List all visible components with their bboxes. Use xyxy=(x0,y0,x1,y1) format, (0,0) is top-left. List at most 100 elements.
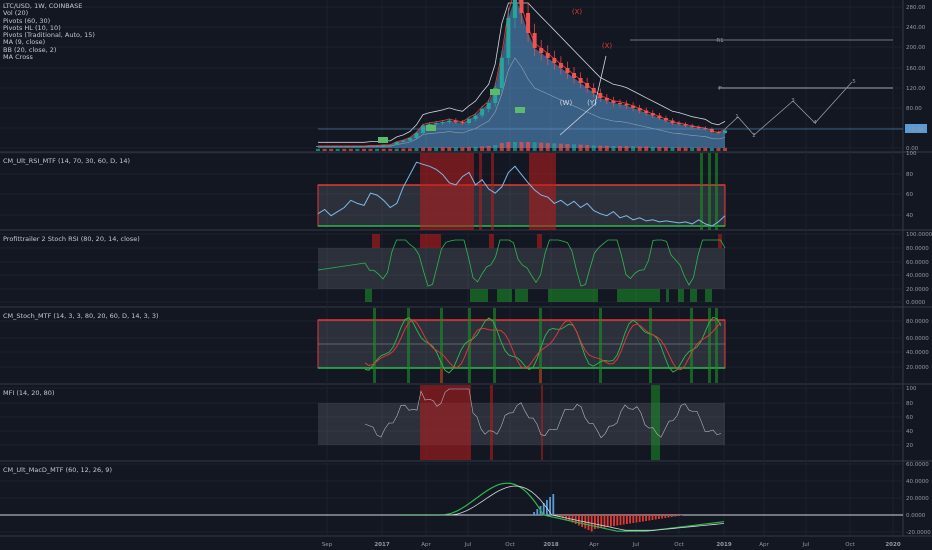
candle-body xyxy=(506,18,511,58)
volume-bar xyxy=(499,143,504,151)
volume-bar xyxy=(558,143,563,151)
candle-body xyxy=(526,13,531,33)
macd-histogram-bar xyxy=(667,515,670,518)
time-axis-label: Jul xyxy=(802,542,810,548)
axis-tick-label: 40.0000 xyxy=(906,273,929,279)
volume-bar xyxy=(716,148,721,151)
price-tick-label: 280.00 xyxy=(906,5,926,11)
time-axis-label: Oct xyxy=(505,542,515,548)
volume-bar xyxy=(342,148,347,151)
axis-tick-label: 60.0000 xyxy=(906,260,929,266)
axis-tick-label: 100 xyxy=(906,151,917,157)
time-axis-label: Jul xyxy=(632,542,640,548)
rsi-panel-title[interactable]: CM_Ult_RSI_MTF (14, 70, 30, 60, D, 14) xyxy=(3,157,130,165)
candle-body xyxy=(388,145,393,146)
stoch-rsi-overbought-zone xyxy=(489,234,494,248)
candle-body xyxy=(644,110,649,113)
volume-bar xyxy=(709,147,714,151)
candle-body xyxy=(545,53,550,58)
stoch-rsi-oversold-zone xyxy=(690,289,697,302)
macd-histogram-bar xyxy=(610,515,612,527)
price-tick-label: 240.00 xyxy=(906,25,926,31)
macd-histogram-bar xyxy=(680,515,683,516)
candle-body xyxy=(565,68,570,73)
volume-bar xyxy=(512,142,517,151)
time-axis-label: Apr xyxy=(759,542,769,548)
indicator-label[interactable]: MA Cross xyxy=(3,53,95,61)
axis-tick-label: 60 xyxy=(906,415,913,421)
macd-histogram-bar xyxy=(616,515,619,526)
volume-bar xyxy=(572,144,577,151)
axis-tick-label: 80 xyxy=(906,172,913,178)
volume-bar xyxy=(375,148,380,151)
rsi-oversold-zone xyxy=(708,153,711,230)
stoch-rsi-overbought-zone xyxy=(420,234,441,248)
stoch-cross-zone-green xyxy=(599,308,602,383)
macd-histogram-bar xyxy=(533,512,535,515)
axis-tick-label: 40.0000 xyxy=(906,479,929,485)
volume-bar xyxy=(460,147,465,151)
macd-histogram-bar xyxy=(654,515,657,520)
candle-body xyxy=(677,123,682,124)
candle-body xyxy=(486,103,491,109)
axis-tick-label: 20.0000 xyxy=(906,287,929,293)
candle-body xyxy=(407,138,412,141)
stoch-rsi-oversold-zone xyxy=(365,289,372,302)
volume-bar xyxy=(585,145,590,151)
candle-body xyxy=(617,103,622,104)
stoch-rsi-oversold-zone xyxy=(617,289,660,302)
macd-line xyxy=(400,482,724,532)
candle-body xyxy=(473,115,478,119)
macd-signal-line xyxy=(400,485,724,531)
volume-bar xyxy=(545,143,550,151)
volume-bar xyxy=(690,147,695,151)
volume-bar xyxy=(663,147,668,151)
volume-bar xyxy=(329,148,334,151)
stoch-rsi-overbought-zone xyxy=(372,234,380,248)
volume-bar xyxy=(480,146,485,151)
volume-bar xyxy=(401,148,406,151)
candle-body xyxy=(657,115,662,118)
axis-tick-label: 100 xyxy=(906,386,917,392)
macd-histogram-bar xyxy=(613,515,615,526)
time-axis-label: Oct xyxy=(845,542,855,548)
macd-histogram-bar xyxy=(536,509,539,515)
volume-bar xyxy=(611,146,616,151)
volume-bar xyxy=(394,148,399,151)
volume-bar xyxy=(526,142,531,151)
last-price-label: 35.06 xyxy=(908,127,924,133)
candle-body xyxy=(690,125,695,127)
volume-bar xyxy=(598,145,603,151)
axis-tick-label: 80.0000 xyxy=(906,246,929,252)
candle-body xyxy=(453,120,458,122)
candle-body xyxy=(466,119,471,123)
candle-body xyxy=(598,93,603,98)
time-axis-label: Sep xyxy=(322,542,333,548)
volume-bar xyxy=(637,146,642,151)
macd-histogram-bar xyxy=(600,515,603,528)
candle-body xyxy=(512,0,517,18)
candle-body xyxy=(631,105,636,108)
time-axis-label: 2017 xyxy=(374,542,389,548)
candle-body xyxy=(723,130,727,133)
volume-bar xyxy=(624,146,629,151)
mfi-panel-title[interactable]: MFI (14, 20, 80) xyxy=(3,389,54,397)
stoch-panel-title[interactable]: CM_Stoch_MTF (14, 3, 3, 80, 20, 60, D, 1… xyxy=(3,312,159,320)
volume-bar xyxy=(427,147,432,151)
stoch-rsi-oversold-zone xyxy=(470,289,488,302)
wave-annotation: R1 xyxy=(716,38,723,44)
pivot-marker xyxy=(426,125,436,131)
mfi-overbought-zone xyxy=(541,385,543,460)
chart-legend: LTC/USD, 1W, COINBASE Vol (20) Pivots (6… xyxy=(3,2,95,61)
macd-histogram-bar xyxy=(638,515,641,522)
volume-bar xyxy=(421,147,426,151)
volume-bar xyxy=(591,145,596,151)
chart-canvas[interactable]: 280.00240.00200.00160.00120.0080.0040.00… xyxy=(0,0,932,550)
stoch-rsi-panel-title[interactable]: Profittrailer 2 Stoch RSI (80, 20, 14, c… xyxy=(3,235,140,243)
macd-panel-title[interactable]: CM_Ult_MacD_MTF (60, 12, 26, 9) xyxy=(3,466,112,474)
mfi-overbought-zone xyxy=(490,385,493,460)
stoch-rsi-oversold-zone xyxy=(515,289,528,302)
axis-tick-label: 40 xyxy=(906,429,913,435)
axis-tick-label: 100.0000 xyxy=(906,232,932,238)
stoch-rsi-oversold-zone xyxy=(666,289,669,302)
